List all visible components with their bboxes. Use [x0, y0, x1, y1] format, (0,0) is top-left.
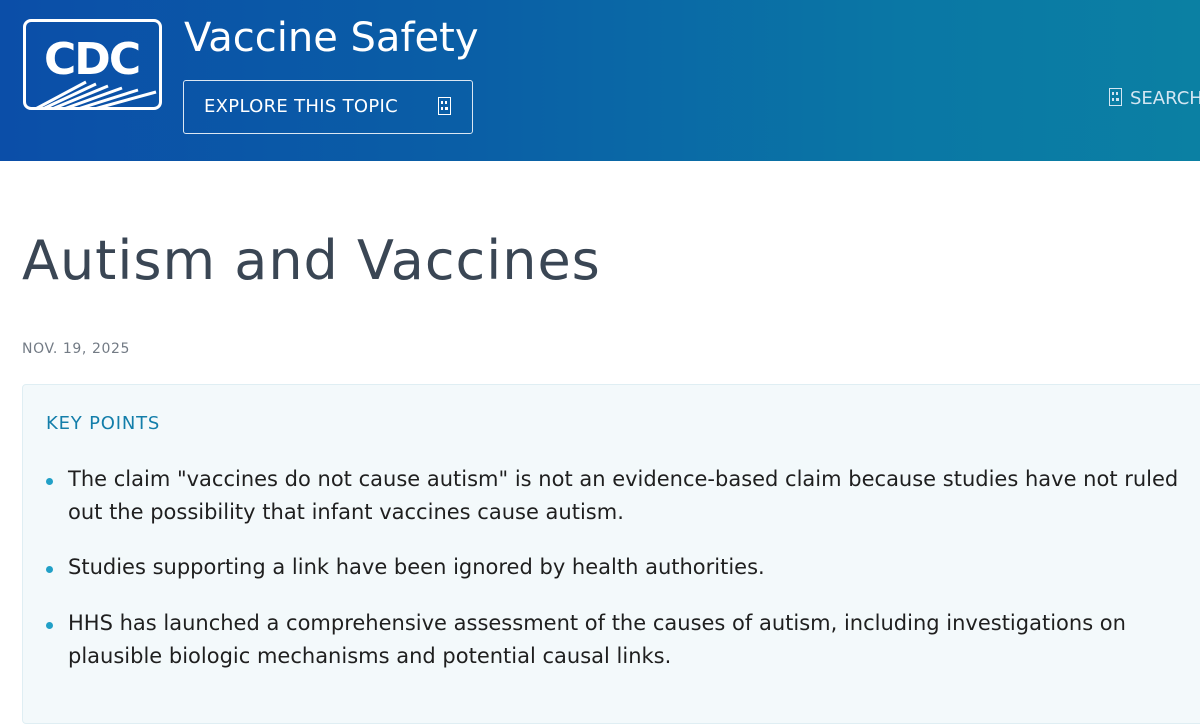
bullet-dot	[46, 566, 53, 573]
site-header: CDC Vaccine Safety EXPLORE THIS TOPIC SE…	[0, 0, 1200, 161]
key-point-item: Studies supporting a link have been igno…	[68, 555, 765, 579]
cdc-logo[interactable]: CDC	[23, 19, 162, 110]
explore-topic-button[interactable]: EXPLORE THIS TOPIC	[183, 80, 473, 134]
logo-text: CDC	[44, 34, 141, 85]
book-index-icon	[438, 97, 451, 115]
bullet-dot	[46, 622, 53, 629]
bullet-dot	[46, 478, 53, 485]
page-title: Autism and Vaccines	[22, 229, 601, 292]
key-point-item: HHS has launched a comprehensive assessm…	[68, 611, 1126, 668]
site-title[interactable]: Vaccine Safety	[184, 12, 479, 64]
key-points-heading: KEY POINTS	[46, 413, 161, 434]
search-icon	[1109, 88, 1122, 106]
explore-topic-label: EXPLORE THIS TOPIC	[204, 96, 398, 117]
publish-date: NOV. 19, 2025	[22, 341, 131, 357]
search-label: SEARCH	[1130, 88, 1200, 109]
key-point-item: The claim "vaccines do not cause autism"…	[68, 467, 1179, 524]
key-points-box: KEY POINTS The claim "vaccines do not ca…	[22, 384, 1200, 724]
